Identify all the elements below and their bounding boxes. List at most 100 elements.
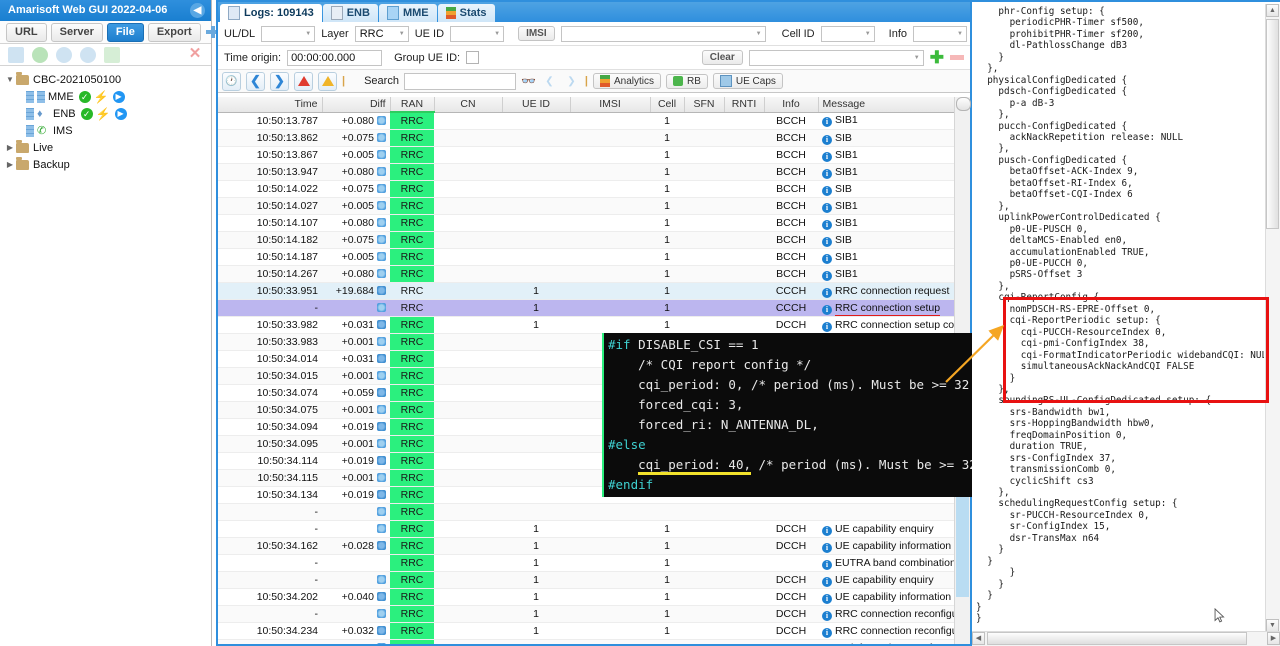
table-row[interactable]: - RRC 1 1 DCCH i UE capability enquiry <box>218 520 954 538</box>
warning-red-icon[interactable] <box>294 71 313 91</box>
check-circle-icon[interactable] <box>32 46 48 63</box>
scroll-right-icon[interactable]: ▶ <box>1267 632 1280 645</box>
table-row[interactable]: 10:50:34.202 +0.040 RRC 1 1 DCCH i UE capabilit… <box>218 588 954 606</box>
minus-icon[interactable] <box>950 55 964 60</box>
add-icon[interactable] <box>104 46 120 63</box>
table-row[interactable]: 10:50:14.022 +0.075 RRC 1 BCCH i SIB <box>218 180 954 198</box>
col-cn[interactable]: CN <box>434 97 503 113</box>
config-vertical-scrollbar[interactable]: ▲ ▼ <box>1265 4 1280 632</box>
ueid-select[interactable] <box>450 25 505 42</box>
config-text-area[interactable]: phr-Config setup: { periodicPHR-Timer sf… <box>976 6 1264 630</box>
server-button[interactable]: Server <box>50 22 103 42</box>
config-horizontal-scrollbar[interactable]: ◀ ▶ <box>972 631 1280 646</box>
play-icon[interactable] <box>80 46 96 63</box>
table-row[interactable]: - RRC 1 1 i EUTRA band combinations <box>218 554 954 572</box>
binoculars-icon[interactable]: 👓 <box>521 74 536 88</box>
time-origin-input[interactable]: 00:00:00.000 <box>287 49 383 66</box>
cell-cn <box>434 554 502 572</box>
col-info[interactable]: Info <box>764 97 819 113</box>
bolt-icon[interactable]: ⚡ <box>96 107 111 121</box>
layer-select[interactable]: RRC <box>354 25 409 42</box>
wrench-icon[interactable] <box>8 46 24 63</box>
plus-icon[interactable]: ✚ <box>930 49 944 66</box>
chevron-down-icon[interactable]: ▼ <box>4 75 16 84</box>
table-row[interactable]: 10:50:14.267 +0.080 RRC 1 BCCH i SIB1 <box>218 265 954 283</box>
config-hscroll-thumb[interactable] <box>987 632 1247 645</box>
table-row[interactable]: 10:50:13.862 +0.075 RRC 1 BCCH i SIB <box>218 129 954 147</box>
col-ran[interactable]: RAN <box>390 97 435 113</box>
chevron-right-icon[interactable]: ▶ <box>4 143 16 152</box>
scroll-up-icon[interactable]: ▲ <box>1266 4 1279 17</box>
table-row[interactable]: 10:50:34.162 +0.028 RRC 1 1 DCCH i UE capabilit… <box>218 537 954 555</box>
arrow-left-pale-icon[interactable]: ❮ <box>541 73 558 90</box>
col-cell[interactable]: Cell <box>650 97 685 113</box>
arrow-right-pale-icon[interactable]: ❯ <box>563 73 580 90</box>
tree-node-ims[interactable]: ✆ IMS <box>4 122 211 139</box>
cellid-select[interactable] <box>820 25 875 42</box>
chevron-left-icon[interactable]: ◀ <box>190 3 205 18</box>
bolt-icon[interactable]: ⚡ <box>94 90 109 104</box>
table-row[interactable]: 10:50:14.027 +0.005 RRC 1 BCCH i SIB1 <box>218 197 954 215</box>
arrow-right-icon[interactable]: ❯ <box>270 71 289 91</box>
arrow-left-icon[interactable]: ❮ <box>246 71 265 91</box>
table-row[interactable]: 10:50:14.187 +0.005 RRC 1 BCCH i SIB1 <box>218 248 954 266</box>
chevron-right-icon[interactable]: ▶ <box>4 160 16 169</box>
col-diff[interactable]: Diff <box>322 97 391 113</box>
play-icon[interactable]: ▶ <box>112 90 125 103</box>
table-row[interactable]: - RRC <box>218 503 954 521</box>
close-icon[interactable]: ✕ <box>187 46 203 63</box>
table-row[interactable]: 10:50:14.182 +0.075 RRC 1 BCCH i SIB <box>218 231 954 249</box>
group-ueid-checkbox[interactable] <box>466 51 480 64</box>
col-message[interactable]: Message <box>818 97 955 113</box>
rb-button[interactable]: RB <box>665 73 708 89</box>
preset-select[interactable] <box>748 49 924 66</box>
imsi-button[interactable]: IMSI <box>518 26 555 41</box>
file-button[interactable]: File <box>106 22 144 42</box>
uldl-select[interactable] <box>261 25 316 42</box>
table-row[interactable]: 10:50:13.947 +0.080 RRC 1 BCCH i SIB1 <box>218 163 954 181</box>
tree-node-cbc[interactable]: ▼ CBC-2021050100 <box>4 71 211 88</box>
tree-node-mme[interactable]: MME ✓ ⚡ ▶ <box>4 88 211 105</box>
url-button[interactable]: URL <box>6 22 47 42</box>
table-row[interactable]: - RRC 1 1 DCCH i UE capability enquiry <box>218 571 954 589</box>
tree-node-enb[interactable]: ♦ ENB ✓ ⚡ ▶ <box>4 105 211 122</box>
scrollbar-thumb[interactable] <box>956 97 971 111</box>
col-time[interactable]: Time <box>218 97 323 113</box>
table-row[interactable]: 10:50:13.867 +0.005 RRC 1 BCCH i SIB1 <box>218 146 954 164</box>
scroll-left-icon[interactable]: ◀ <box>972 632 985 645</box>
col-rnti[interactable]: RNTI <box>724 97 765 113</box>
info-icon: i <box>822 151 832 162</box>
table-row[interactable]: - RRC 1 1 CCCH i RRC connection setup <box>218 299 954 317</box>
config-scroll-thumb[interactable] <box>1266 19 1279 229</box>
info-select[interactable] <box>913 25 967 42</box>
tab-stats[interactable]: Stats <box>437 4 495 22</box>
tree-node-backup[interactable]: ▶ Backup <box>4 156 211 173</box>
tab-enb[interactable]: ENB <box>322 4 378 22</box>
col-ueid[interactable]: UE ID <box>502 97 571 113</box>
table-row[interactable]: 10:50:33.951 +19.684 RRC 1 1 CCCH i RRC connect… <box>218 282 954 300</box>
table-row[interactable]: 10:50:13.787 +0.080 RRC 1 BCCH i SIB1 <box>218 112 954 130</box>
table-row[interactable]: 10:50:14.107 +0.080 RRC 1 BCCH i SIB1 <box>218 214 954 232</box>
col-imsi[interactable]: IMSI <box>570 97 651 113</box>
cell-ueid <box>502 435 570 453</box>
table-row[interactable]: 10:50:33.982 +0.031 RRC 1 1 DCCH i RRC connecti… <box>218 316 954 334</box>
tree-node-live[interactable]: ▶ Live <box>4 139 211 156</box>
play-icon[interactable]: ▶ <box>114 107 127 120</box>
tab-logs[interactable]: Logs: 109143 <box>220 4 322 22</box>
col-sfn[interactable]: SFN <box>684 97 725 113</box>
table-row[interactable]: - RRC 1 1 DCCHiUL information transfer <box>218 639 954 644</box>
search-input[interactable] <box>403 72 516 90</box>
export-button[interactable]: Export <box>147 22 201 42</box>
table-row[interactable]: 10:50:34.234 +0.032 RRC 1 1 DCCH i RRC connecti… <box>218 622 954 640</box>
tab-mme[interactable]: MME <box>378 4 437 22</box>
refresh-icon[interactable] <box>56 46 72 63</box>
table-row[interactable]: - RRC 1 1 DCCHiRRC connection reconfiguratio… <box>218 605 954 623</box>
server-icon <box>26 90 34 103</box>
uecaps-button[interactable]: UE Caps <box>712 73 783 89</box>
imsi-select[interactable] <box>560 25 766 42</box>
analytics-button[interactable]: Analytics <box>592 73 661 89</box>
tree-label-enb: ENB <box>53 107 76 120</box>
clock-icon[interactable]: 🕐 <box>222 71 241 91</box>
warning-yellow-icon[interactable] <box>318 71 337 91</box>
clear-button[interactable]: Clear <box>701 50 743 65</box>
